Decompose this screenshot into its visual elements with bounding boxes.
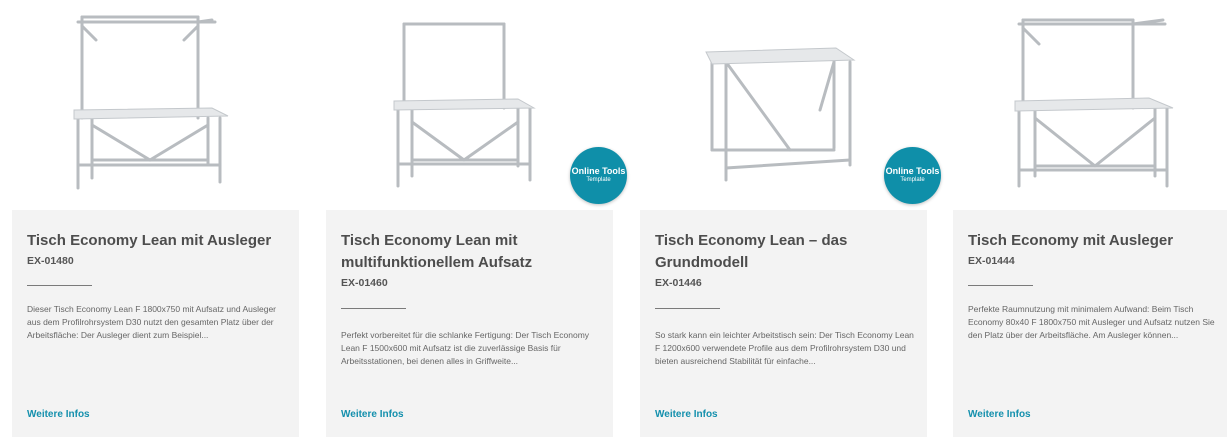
divider	[341, 308, 406, 309]
product-title[interactable]: Tisch Economy Lean mit multifunktionelle…	[341, 230, 603, 274]
more-info-link[interactable]: Weitere Infos	[655, 409, 718, 420]
badge-label: Online Tools	[571, 166, 626, 176]
product-description: Perfekt vorbereitet für die schlanke Fer…	[341, 330, 590, 366]
divider	[27, 285, 92, 286]
product-description: So stark kann ein leichter Arbeitstisch …	[655, 330, 914, 366]
product-image[interactable]	[953, 0, 1227, 210]
more-info-link[interactable]: Weitere Infos	[27, 409, 90, 420]
product-title[interactable]: Tisch Economy Lean – das Grundmodell	[655, 230, 917, 274]
product-title[interactable]: Tisch Economy Lean mit Ausleger	[27, 230, 289, 252]
table-with-side-boom-image	[1014, 18, 1174, 188]
product-code: EX-01444	[968, 255, 1015, 267]
more-info-link[interactable]: Weitere Infos	[968, 409, 1031, 420]
badge-label: Online Tools	[885, 166, 940, 176]
product-info: Tisch Economy Lean – das Grundmodell EX-…	[640, 210, 927, 437]
product-info: Tisch Economy Lean mit Ausleger EX-01480…	[12, 210, 299, 437]
product-code: EX-01446	[655, 277, 702, 289]
product-card: Online Tools Template Tisch Economy Lean…	[640, 0, 941, 437]
online-tools-badge[interactable]: Online Tools Template	[570, 147, 627, 204]
product-image[interactable]	[12, 0, 299, 210]
product-code: EX-01480	[27, 255, 74, 267]
divider	[968, 285, 1033, 286]
product-grid: Tisch Economy Lean mit Ausleger EX-01480…	[0, 0, 1227, 437]
badge-sublabel: Template	[586, 177, 611, 183]
product-card: Tisch Economy Lean mit Ausleger EX-01480…	[12, 0, 299, 437]
online-tools-badge[interactable]: Online Tools Template	[884, 147, 941, 204]
product-description: Perfekte Raumnutzung mit minimalem Aufwa…	[968, 304, 1215, 340]
product-title[interactable]: Tisch Economy mit Ausleger	[968, 230, 1227, 252]
product-info: Tisch Economy mit Ausleger EX-01444 Perf…	[953, 210, 1227, 437]
table-with-overhead-boom-image	[73, 15, 229, 190]
product-code: EX-01460	[341, 277, 388, 289]
badge-sublabel: Template	[900, 177, 925, 183]
divider	[655, 308, 720, 309]
more-info-link[interactable]: Weitere Infos	[341, 409, 404, 420]
product-card: Online Tools Template Tisch Economy Lean…	[326, 0, 627, 437]
product-description: Dieser Tisch Economy Lean F 1800x750 mit…	[27, 304, 276, 340]
product-info: Tisch Economy Lean mit multifunktionelle…	[326, 210, 613, 437]
product-card: Tisch Economy mit Ausleger EX-01444 Perf…	[953, 0, 1227, 437]
